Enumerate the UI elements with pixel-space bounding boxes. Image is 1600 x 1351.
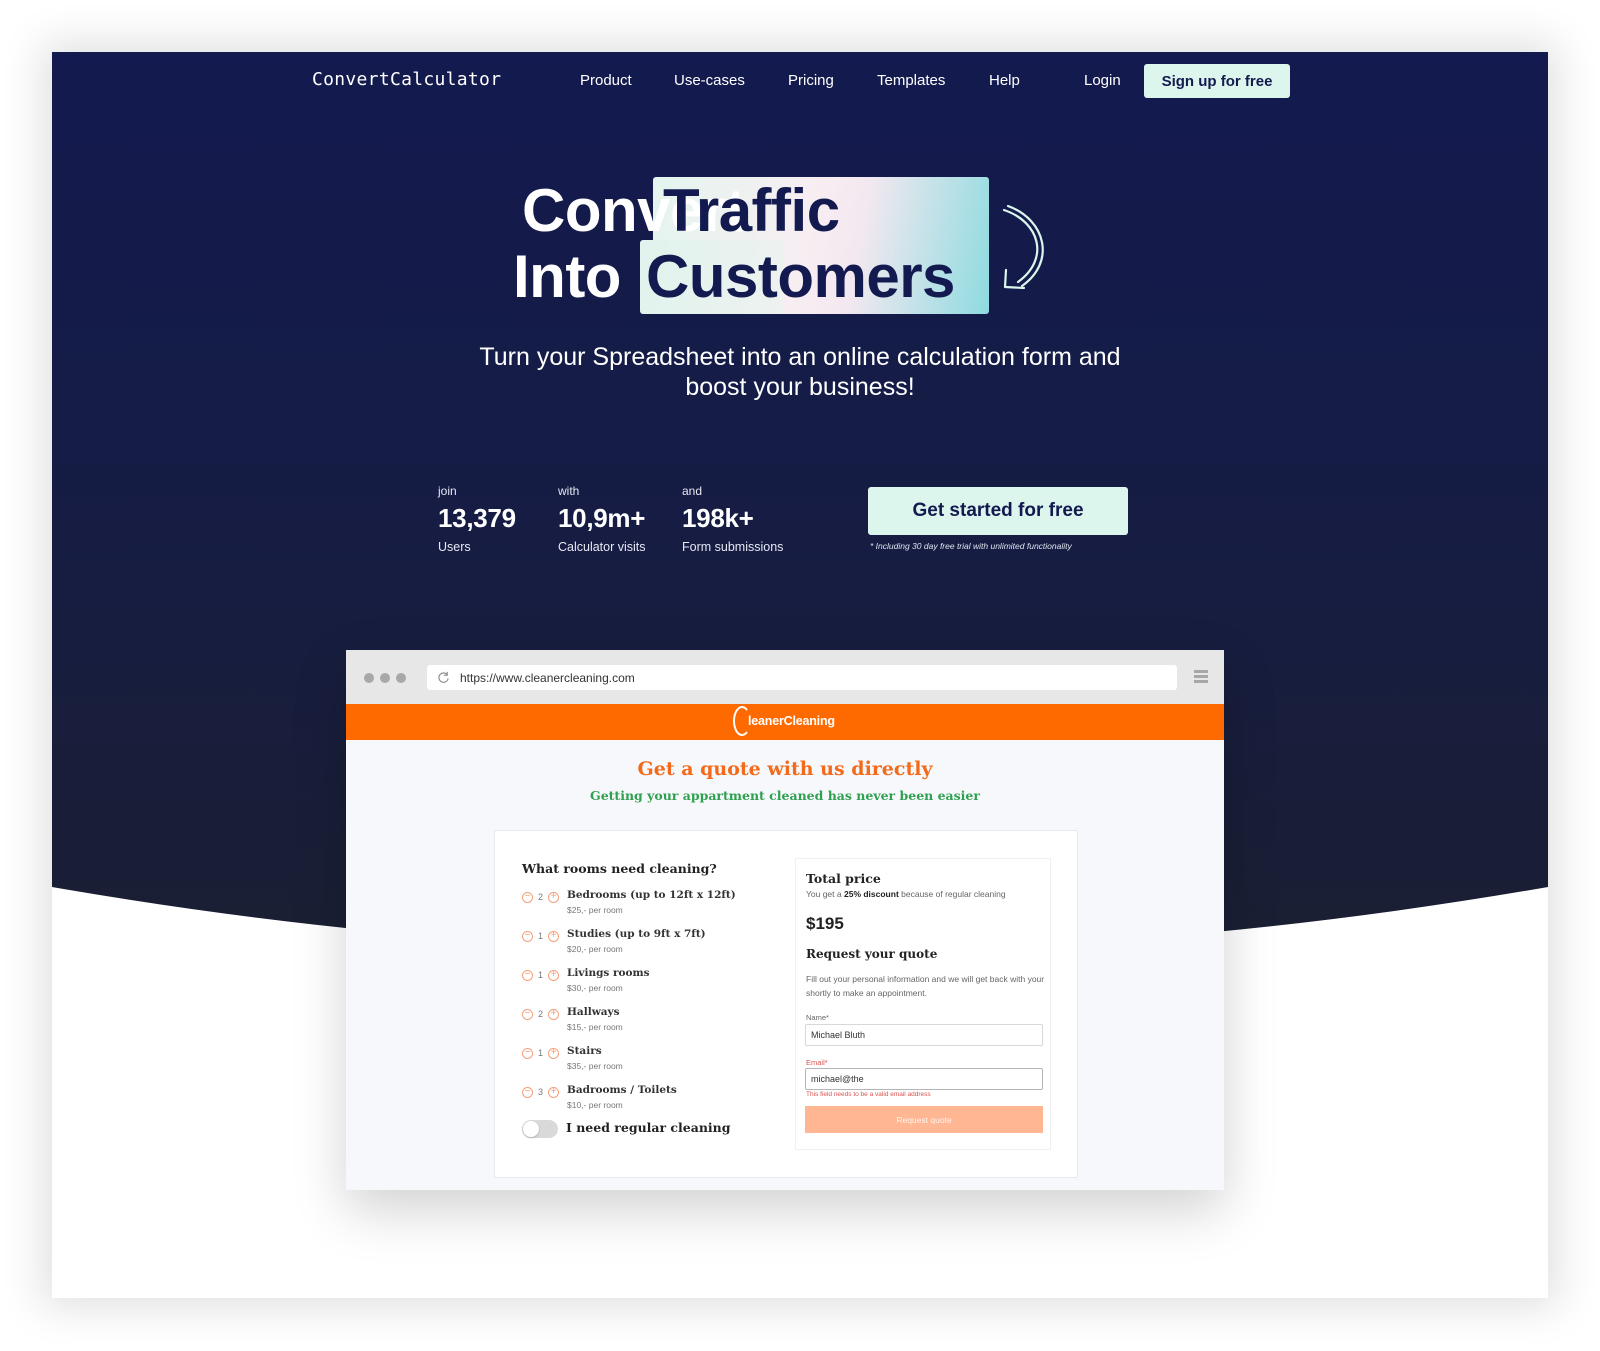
nav-login[interactable]: Login [1084, 72, 1121, 89]
stat-value: 198k+ [682, 503, 754, 533]
room-price: $10,- per room [567, 1100, 623, 1110]
window-dot-icon [396, 673, 406, 683]
url-text: https://www.cleanercleaning.com [460, 671, 635, 685]
request-quote-title: Request your quote [806, 947, 938, 961]
window-dot-icon [380, 673, 390, 683]
get-started-button[interactable]: Get started for free [868, 487, 1128, 535]
hamburger-menu-icon[interactable] [1194, 670, 1208, 684]
logo-text: leanerCleaning [748, 714, 835, 728]
room-price: $20,- per room [567, 944, 623, 954]
cleanercleaning-logo: leanerCleaning [733, 706, 835, 736]
room-name: Livings rooms [567, 967, 650, 979]
email-field[interactable] [805, 1068, 1043, 1090]
room-name: Studies (up to 9ft x 7ft) [567, 928, 706, 940]
room-quantity: 1 [538, 931, 544, 941]
headline-word-into: Into [513, 243, 621, 310]
nav-help[interactable]: Help [989, 72, 1020, 89]
price-panel: Total price You get a 25% discount becau… [795, 858, 1051, 1150]
plus-icon[interactable]: + [548, 1048, 559, 1059]
subtitle-line-2: boost your business! [685, 373, 915, 401]
room-quantity: 3 [538, 1087, 544, 1097]
stat-value: 13,379 [438, 503, 516, 533]
plus-icon[interactable]: + [548, 970, 559, 981]
quote-subtitle: Getting your appartment cleaned has neve… [590, 788, 980, 803]
signup-button[interactable]: Sign up for free [1144, 64, 1290, 98]
browser-mockup: https://www.cleanercleaning.com leanerCl… [346, 650, 1224, 1190]
stat-label: Form submissions [682, 540, 784, 554]
minus-icon[interactable]: − [522, 1009, 533, 1020]
rooms-title: What rooms need cleaning? [522, 861, 717, 876]
request-quote-button[interactable]: Request quote [805, 1106, 1043, 1133]
toggle-knob [523, 1121, 539, 1137]
browser-toolbar: https://www.cleanercleaning.com [346, 650, 1224, 704]
room-name: Bedrooms (up to 12ft x 12ft) [567, 889, 736, 901]
minus-icon[interactable]: − [522, 970, 533, 981]
room-quantity: 1 [538, 970, 544, 980]
stat-visits: with 10,9m+ Calculator visits [558, 484, 646, 554]
top-nav: ConvertCalculator Product Use-cases Pric… [52, 52, 1548, 112]
room-item: − 1 + Stairs $35,- per room [522, 1045, 782, 1079]
hero-subtitle: Turn your Spreadsheet into an online cal… [52, 342, 1548, 402]
plus-icon[interactable]: + [548, 892, 559, 903]
room-item: − 1 + Studies (up to 9ft x 7ft) $20,- pe… [522, 928, 782, 962]
logo[interactable]: ConvertCalculator [312, 69, 501, 90]
site-header: leanerCleaning [346, 704, 1224, 740]
plus-icon[interactable]: + [548, 1087, 559, 1098]
minus-icon[interactable]: − [522, 1048, 533, 1059]
url-bar[interactable]: https://www.cleanercleaning.com [427, 665, 1177, 690]
window-dot-icon [364, 673, 374, 683]
room-price: $25,- per room [567, 905, 623, 915]
email-error: This field needs to be a valid email add… [806, 1091, 931, 1098]
discount-note: You get a 25% discount because of regula… [806, 889, 1006, 899]
regular-cleaning-toggle[interactable] [522, 1120, 558, 1138]
stat-prefix: and [682, 484, 703, 498]
hero-headline: Convert Traffic Into Customers [52, 172, 1548, 322]
total-price-value: $195 [806, 914, 844, 933]
nav-use-cases[interactable]: Use-cases [674, 72, 745, 89]
stat-submissions: and 198k+ Form submissions [682, 484, 783, 554]
minus-icon[interactable]: − [522, 892, 533, 903]
room-price: $30,- per room [567, 983, 623, 993]
quote-title: Get a quote with us directly [637, 758, 933, 780]
total-price-title: Total price [806, 871, 881, 886]
room-name: Stairs [567, 1045, 602, 1057]
stat-prefix: join [438, 484, 457, 498]
minus-icon[interactable]: − [522, 1087, 533, 1098]
minus-icon[interactable]: − [522, 931, 533, 942]
room-item: − 1 + Livings rooms $30,- per room [522, 967, 782, 1001]
name-label: Name* [806, 1013, 829, 1022]
subtitle-line-1: Turn your Spreadsheet into an online cal… [479, 343, 1121, 371]
room-item: − 2 + Hallways $15,- per room [522, 1006, 782, 1040]
regular-cleaning-label: I need regular cleaning [566, 1120, 731, 1135]
room-price: $15,- per room [567, 1022, 623, 1032]
room-name: Badrooms / Toilets [567, 1084, 677, 1096]
page-frame: ConvertCalculator Product Use-cases Pric… [52, 52, 1548, 1298]
nav-pricing[interactable]: Pricing [788, 72, 834, 89]
refresh-icon[interactable] [437, 671, 450, 684]
stat-label: Users [438, 540, 471, 554]
quote-form-card: What rooms need cleaning? − 2 + Bedrooms… [494, 830, 1078, 1178]
room-quantity: 2 [538, 892, 544, 902]
stat-label: Calculator visits [558, 540, 646, 554]
room-quantity: 2 [538, 1009, 544, 1019]
plus-icon[interactable]: + [548, 931, 559, 942]
email-label: Email* [806, 1058, 828, 1067]
room-item: − 2 + Bedrooms (up to 12ft x 12ft) $25,-… [522, 889, 782, 923]
stat-prefix: with [558, 484, 580, 498]
room-price: $35,- per room [567, 1061, 623, 1071]
name-field[interactable] [805, 1024, 1043, 1046]
request-quote-description: Fill out your personal information and w… [806, 974, 1045, 998]
headline-word-customers: Customers [646, 243, 955, 310]
plus-icon[interactable]: + [548, 1009, 559, 1020]
stat-users: join 13,379 Users [438, 484, 516, 554]
room-name: Hallways [567, 1006, 620, 1018]
nav-templates[interactable]: Templates [877, 72, 945, 89]
room-quantity: 1 [538, 1048, 544, 1058]
curved-arrow-icon [1002, 204, 1044, 290]
room-item: − 3 + Badrooms / Toilets $10,- per room [522, 1084, 782, 1118]
headline-word-traffic: Traffic [663, 177, 840, 244]
trial-note: * Including 30 day free trial with unlim… [870, 541, 1072, 551]
nav-product[interactable]: Product [580, 72, 632, 89]
stat-value: 10,9m+ [558, 503, 646, 533]
